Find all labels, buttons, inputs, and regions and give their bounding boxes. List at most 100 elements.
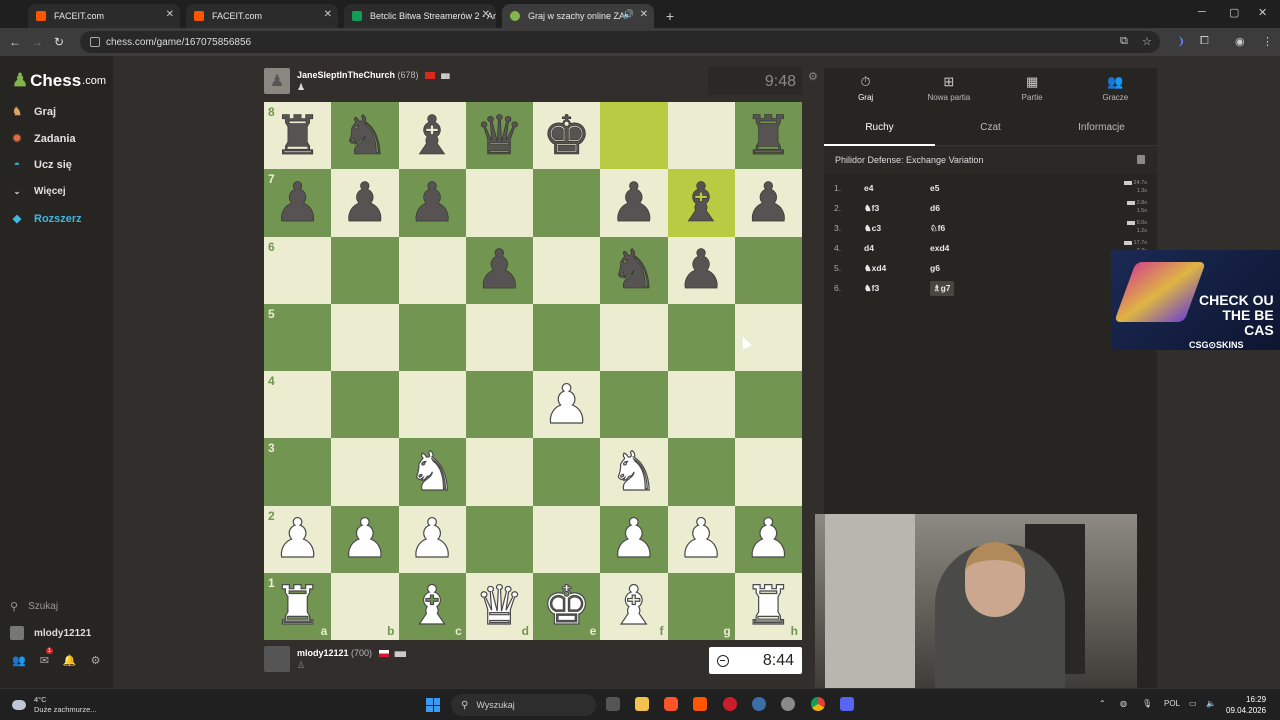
steam-icon[interactable]	[752, 697, 766, 711]
brave-icon[interactable]	[664, 697, 678, 711]
square-h7[interactable]: ♟	[734, 169, 802, 237]
browser-tab-active[interactable]: Graj w szachy online ZA DARMO 🔊 ✕	[502, 4, 654, 28]
black-move[interactable]: e5	[930, 183, 990, 193]
square-c6[interactable]	[398, 236, 466, 304]
white-move[interactable]: ♞f3	[864, 283, 930, 294]
square-f7[interactable]: ♟	[600, 169, 668, 237]
square-g4[interactable]	[667, 371, 735, 439]
square-e6[interactable]	[533, 236, 601, 304]
square-d6[interactable]: ♟	[465, 236, 533, 304]
tab-play[interactable]: ⏱ Graj	[824, 68, 907, 108]
white-pawn-icon[interactable]: ♟	[340, 511, 390, 566]
square-f5[interactable]	[600, 303, 668, 371]
black-queen-icon[interactable]: ♛	[475, 108, 524, 163]
subtab-moves[interactable]: Ruchy	[824, 110, 935, 146]
menu-dots-icon[interactable]: ⋮	[1262, 35, 1273, 48]
white-move[interactable]: ♞xd4	[864, 263, 930, 274]
square-h2[interactable]: ♟	[734, 505, 802, 573]
profile-icon[interactable]: ◉	[1235, 35, 1245, 48]
square-b8[interactable]: ♞	[331, 102, 399, 170]
black-pawn-icon[interactable]: ♟	[677, 242, 726, 297]
square-g8[interactable]	[667, 102, 735, 170]
white-king-icon[interactable]: ♚	[542, 578, 592, 633]
board-settings-gear-icon[interactable]: ⚙	[808, 70, 818, 83]
extension-icon[interactable]: ❩	[1176, 35, 1185, 48]
square-h1[interactable]: h ♜	[734, 572, 802, 640]
player-avatar[interactable]: ◕	[264, 646, 290, 672]
black-move[interactable]: g6	[930, 263, 990, 273]
square-c8[interactable]: ♝	[398, 102, 466, 170]
url-input[interactable]: chess.com/game/167075856856	[80, 31, 1160, 53]
close-icon[interactable]: ✕	[166, 9, 174, 20]
file-explorer-icon[interactable]	[635, 697, 649, 711]
square-b3[interactable]	[331, 438, 399, 506]
white-pawn-icon[interactable]: ♟	[273, 511, 323, 566]
black-pawn-icon[interactable]: ♟	[273, 175, 322, 230]
black-pawn-icon[interactable]: ♟	[744, 175, 793, 230]
task-view-icon[interactable]	[606, 697, 620, 711]
bell-icon[interactable]: 🔔	[63, 654, 77, 667]
sidebar-item-puzzles[interactable]: ✹ Zadania	[10, 132, 75, 146]
square-f4[interactable]	[600, 371, 668, 439]
close-icon[interactable]: ✕	[482, 9, 490, 20]
square-c5[interactable]	[398, 303, 466, 371]
white-move[interactable]: d4	[864, 243, 930, 253]
close-icon[interactable]: ✕	[324, 9, 332, 20]
square-b6[interactable]	[331, 236, 399, 304]
faceit-app-icon[interactable]	[693, 697, 707, 711]
square-e8[interactable]: ♚	[533, 102, 601, 170]
square-h3[interactable]	[734, 438, 802, 506]
square-d4[interactable]	[465, 371, 533, 439]
square-d3[interactable]	[465, 438, 533, 506]
square-d1[interactable]: d ♛	[465, 572, 533, 640]
white-pawn-icon[interactable]: ♟	[676, 511, 726, 566]
speaker-icon[interactable]: 🔊	[623, 9, 634, 20]
forward-icon[interactable]: →	[26, 35, 48, 49]
square-b5[interactable]	[331, 303, 399, 371]
microphone-icon[interactable]: 🎙	[1142, 699, 1152, 708]
square-e4[interactable]: ♟	[533, 371, 601, 439]
reload-icon[interactable]: ↻	[48, 35, 70, 49]
square-b1[interactable]: b	[331, 572, 399, 640]
white-move[interactable]: e4	[864, 183, 930, 193]
sidebar-search[interactable]: ⚲ Szukaj	[10, 600, 58, 613]
settings-gear-icon[interactable]: ⚙	[91, 654, 101, 667]
white-pawn-icon[interactable]: ♟	[542, 377, 592, 432]
square-g6[interactable]: ♟	[667, 236, 735, 304]
black-rook-icon[interactable]: ♜	[744, 108, 793, 163]
opponent-avatar[interactable]: ♟	[264, 68, 290, 94]
square-g5[interactable]	[667, 303, 735, 371]
square-b4[interactable]	[331, 371, 399, 439]
square-a3[interactable]: 3	[264, 438, 332, 506]
messages-icon[interactable]: ✉ 1	[40, 648, 54, 667]
white-rook-icon[interactable]: ♜	[273, 578, 323, 633]
white-bishop-icon[interactable]: ♝	[407, 578, 457, 633]
square-g7[interactable]: ♝	[667, 169, 735, 237]
black-rook-icon[interactable]: ♜	[273, 108, 322, 163]
sidebar-item-learn[interactable]: ◓ Ucz się	[10, 159, 72, 171]
white-bishop-icon[interactable]: ♝	[609, 578, 659, 633]
settings-app-icon[interactable]	[781, 697, 795, 711]
square-a6[interactable]: 6	[264, 236, 332, 304]
black-pawn-icon[interactable]: ♟	[609, 175, 658, 230]
square-h6[interactable]	[734, 236, 802, 304]
close-icon[interactable]: ✕	[640, 9, 648, 20]
chrome-icon[interactable]	[811, 697, 825, 711]
square-a2[interactable]: 2 ♟	[264, 505, 332, 573]
square-f2[interactable]: ♟	[600, 505, 668, 573]
opponent-username[interactable]: JaneSleptInTheChurch	[297, 70, 395, 80]
sidebar-item-upgrade[interactable]: ◆ Rozszerz	[10, 212, 82, 226]
tray-app-icon[interactable]: ◍	[1120, 699, 1127, 708]
square-e2[interactable]	[533, 505, 601, 573]
white-rook-icon[interactable]: ♜	[744, 578, 794, 633]
weather-widget[interactable]: 4°C Duże zachmurze...	[12, 695, 97, 715]
square-f3[interactable]: ♞	[600, 438, 668, 506]
square-d5[interactable]	[465, 303, 533, 371]
square-d7[interactable]	[465, 169, 533, 237]
language-indicator[interactable]: POL	[1164, 699, 1180, 708]
tab-players[interactable]: 👥 Gracze	[1074, 68, 1157, 108]
square-a4[interactable]: 4	[264, 371, 332, 439]
square-f8[interactable]	[600, 102, 668, 170]
black-king-icon[interactable]: ♚	[542, 108, 591, 163]
white-pawn-icon[interactable]: ♟	[609, 511, 659, 566]
